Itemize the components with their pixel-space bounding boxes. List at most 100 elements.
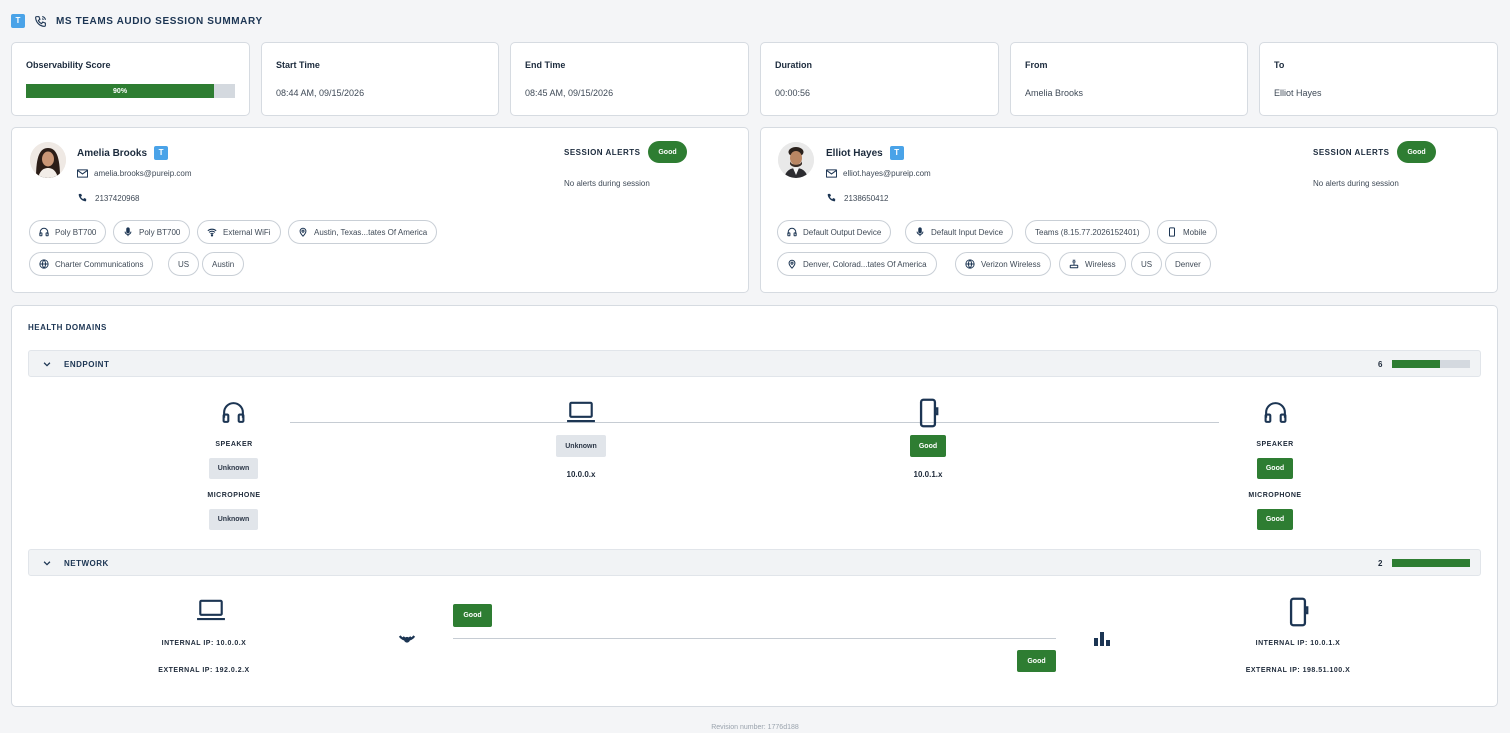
observability-label: Observability Score — [26, 60, 111, 70]
start-time-card: Start Time 08:44 AM, 09/15/2026 — [261, 42, 499, 116]
location-pin-icon — [788, 259, 796, 269]
microphone-icon — [124, 227, 132, 237]
observability-progress: 90% — [26, 84, 235, 98]
globe-icon — [39, 259, 49, 269]
chip-location: Denver, Colorad...tates Of America — [777, 252, 937, 276]
chip-headphones: Default Output Device — [777, 220, 892, 244]
session-alerts-status: Good — [1397, 141, 1436, 163]
health-domains-title: HEALTH DOMAINS — [28, 323, 107, 332]
chip-country: US — [1131, 252, 1163, 276]
mobile-icon — [1169, 227, 1175, 237]
endpoint-score-fill — [1392, 360, 1441, 368]
headphones-icon — [1264, 402, 1287, 423]
network-count: 2 — [1378, 559, 1383, 568]
right-microphone-label: MICROPHONE — [1248, 492, 1302, 499]
from-label: From — [1025, 60, 1048, 70]
network-score-bar — [1392, 559, 1470, 567]
endpoint-section-header[interactable]: ENDPOINT 6 — [28, 350, 1481, 377]
chip-isp: Charter Communications — [29, 252, 154, 276]
session-alerts-text: No alerts during session — [1313, 179, 1399, 188]
router-icon — [1069, 259, 1079, 269]
chip-country: US — [168, 252, 200, 276]
chip-city: Austin — [202, 252, 245, 276]
caller-name: Amelia Brooks — [77, 147, 148, 159]
laptop-status: Unknown — [556, 435, 606, 457]
duration-value: 00:00:56 — [775, 88, 811, 98]
network-score-fill — [1392, 559, 1470, 567]
avatar — [30, 142, 66, 178]
laptop-icon — [567, 401, 595, 423]
right-internal-ip: INTERNAL IP: 10.0.1.X — [1255, 640, 1341, 647]
from-value: Amelia Brooks — [1025, 88, 1084, 98]
start-time-label: Start Time — [276, 60, 320, 70]
caller-phone: 2137420968 — [95, 193, 140, 203]
end-time-label: End Time — [525, 60, 566, 70]
mobile-status: Good — [910, 435, 946, 457]
chip-device-type: Mobile — [1157, 220, 1217, 244]
header: T MS TEAMS AUDIO SESSION SUMMARY — [11, 13, 263, 29]
callee-email[interactable]: elliot.hayes@pureip.com — [843, 169, 931, 178]
session-alerts-label: SESSION ALERTS — [564, 148, 641, 157]
to-card: To Elliot Hayes — [1259, 42, 1498, 116]
left-internal-ip: INTERNAL IP: 10.0.0.X — [161, 640, 247, 647]
right-speaker-label: SPEAKER — [1256, 441, 1294, 448]
phone-icon — [78, 193, 87, 202]
page-title: MS TEAMS AUDIO SESSION SUMMARY — [56, 15, 263, 27]
chevron-down-icon[interactable] — [42, 359, 52, 369]
teams-badge: T — [889, 146, 904, 160]
wifi-signal-icon — [398, 635, 416, 643]
left-microphone-label: MICROPHONE — [207, 492, 261, 499]
chip-location: Austin, Texas...tates Of America — [288, 220, 438, 244]
network-path-line — [453, 638, 1056, 639]
caller-email[interactable]: amelia.brooks@pureip.com — [94, 169, 192, 178]
duration-card: Duration 00:00:56 — [760, 42, 999, 116]
to-value: Elliot Hayes — [1274, 88, 1322, 98]
start-time-value: 08:44 AM, 09/15/2026 — [276, 88, 365, 98]
email-icon — [77, 169, 88, 178]
globe-icon — [965, 259, 975, 269]
right-speaker-status: Good — [1257, 458, 1293, 479]
endpoint-path-line — [290, 422, 1219, 423]
duration-label: Duration — [775, 60, 812, 70]
network-section-header[interactable]: NETWORK 2 — [28, 549, 1481, 576]
callee-phone: 2138650412 — [844, 193, 889, 203]
session-alerts-status: Good — [648, 141, 687, 163]
headphones-icon — [787, 227, 797, 237]
teams-badge: T — [154, 146, 169, 160]
cellular-signal-icon — [1094, 632, 1110, 646]
observability-progress-fill: 90% — [26, 84, 215, 98]
email-icon — [826, 169, 837, 178]
headphones-icon — [39, 227, 49, 237]
wifi-link-status: Good — [453, 604, 492, 627]
to-label: To — [1274, 60, 1285, 70]
observability-value: 90% — [113, 87, 128, 95]
callee-name: Elliot Hayes — [826, 147, 883, 159]
right-external-ip: EXTERNAL IP: 198.51.100.X — [1245, 667, 1351, 674]
revision-number: Revision number: 1776d188 — [711, 724, 799, 731]
session-alerts-label: SESSION ALERTS — [1313, 148, 1390, 157]
endpoint-title: ENDPOINT — [64, 360, 110, 369]
chip-headphones: Poly BT700 — [29, 220, 107, 244]
chip-wifi: External WiFi — [197, 220, 281, 244]
mobile-icon — [919, 398, 939, 428]
location-pin-icon — [299, 227, 307, 237]
chip-connection: Wireless — [1059, 252, 1126, 276]
chip-client-version: Teams (8.15.77.2026152401) — [1025, 220, 1150, 244]
chip-isp: Verizon Wireless — [955, 252, 1051, 276]
left-speaker-status: Unknown — [209, 458, 258, 479]
phone-call-icon — [35, 15, 46, 27]
chevron-down-icon[interactable] — [42, 558, 52, 568]
endpoint-count: 6 — [1378, 360, 1383, 369]
from-card: From Amelia Brooks — [1010, 42, 1248, 116]
chip-city: Denver — [1165, 252, 1211, 276]
chip-microphone: Poly BT700 — [113, 220, 191, 244]
endpoint-score-bar — [1392, 360, 1470, 368]
mobile-icon — [1289, 597, 1309, 627]
right-microphone-status: Good — [1257, 509, 1293, 530]
headphones-icon — [222, 402, 245, 423]
end-time-card: End Time 08:45 AM, 09/15/2026 — [510, 42, 749, 116]
left-speaker-label: SPEAKER — [215, 441, 253, 448]
left-external-ip: EXTERNAL IP: 192.0.2.X — [158, 667, 250, 674]
phone-icon — [827, 193, 836, 202]
avatar — [778, 142, 814, 178]
